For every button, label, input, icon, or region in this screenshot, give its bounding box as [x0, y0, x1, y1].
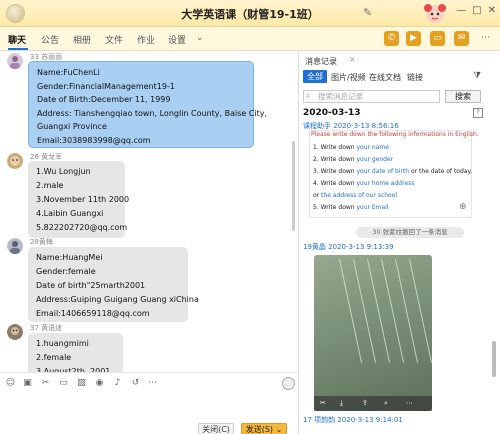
more-tools-icon[interactable]: ⋯: [147, 378, 158, 389]
history-entry-user[interactable]: 17 项韵韵 2020-3-13 9:14:01: [303, 415, 403, 425]
assignment-item: 4. Write down your home address: [313, 180, 415, 187]
message-line: Name:HuangMei: [36, 253, 103, 262]
tab-homework[interactable]: 作业: [137, 33, 155, 46]
image-icon[interactable]: ▨: [76, 378, 87, 389]
mic-icon[interactable]: ◉: [94, 378, 105, 389]
screen-share-icon[interactable]: ▭: [430, 31, 445, 46]
chat-scrollbar[interactable]: [292, 141, 295, 231]
reply-icon[interactable]: ↺: [130, 378, 141, 389]
assignment-item: 5. Write down your Email: [313, 204, 389, 211]
avatar[interactable]: [7, 238, 23, 254]
history-date: 2020-03-13: [303, 108, 361, 118]
title-bar: 大学英语课（财管19-1班） ✎ — □ ✕: [0, 0, 500, 27]
message-bubble[interactable]: Name:HuangMei Gender:female Date of birt…: [28, 247, 199, 322]
group-chat-icon[interactable]: ✉: [454, 31, 469, 46]
history-scrollbar[interactable]: [492, 341, 496, 377]
minimize-button[interactable]: —: [456, 5, 466, 16]
emoji-icon[interactable]: ☺: [5, 378, 16, 389]
composer-divider: [0, 372, 298, 373]
tab-more-chevron-icon[interactable]: ⌄: [196, 33, 204, 43]
message-bubble[interactable]: 1.huangmimi 2.female 3.August2th, 2001: [28, 333, 123, 373]
tab-bar: 聊天 公告 相册 文件 作业 设置 ⌄ ✆ ▶ ▭ ✉ ⋯: [0, 27, 500, 51]
chat-area[interactable]: 33 苏丽丽 Name:FuChenLi Gender:FinancialMan…: [0, 51, 296, 373]
active-tab-indicator: [8, 48, 28, 50]
message-line: 2.female: [36, 353, 72, 362]
message-line: 2.male: [36, 181, 64, 190]
assignment-heading: Please write down the following informat…: [311, 131, 479, 138]
send-label: 发送(S): [245, 425, 274, 434]
message-line: Address:Guiping Guigang Guang xiChina: [36, 295, 199, 304]
history-panel: 消息记录 × 全部 图片/视频 在线文档 链接 ⧩ ⌕ 搜索消息记录 搜索 20…: [299, 51, 500, 434]
video-icon[interactable]: ▶: [406, 31, 421, 46]
send-button[interactable]: 发送(S) ⌄: [241, 423, 287, 434]
tab-chat[interactable]: 聊天: [8, 33, 26, 46]
message-line: Gender:FinancialManagement19-1: [37, 81, 175, 91]
history-title: 消息记录: [305, 57, 337, 66]
history-search-input[interactable]: 搜索消息记录: [303, 90, 440, 103]
scissors-icon[interactable]: ✂: [320, 399, 326, 407]
message-line: Address: Tianshengqiao town, Longlin Cou…: [37, 108, 268, 118]
message-line: 1.Wu Longjun: [36, 167, 91, 176]
message-line: Email:1406659118@qq.com: [36, 309, 150, 318]
send-dropdown-chevron-icon[interactable]: ⌄: [276, 425, 283, 434]
history-close-icon[interactable]: ×: [349, 55, 356, 64]
avatar[interactable]: [7, 53, 23, 69]
filter-icon[interactable]: ⧩: [473, 71, 481, 81]
message-line: Guangxi Province: [37, 122, 107, 131]
folder-icon[interactable]: ▭: [58, 378, 69, 389]
assignment-item: 3. Write down your date of birth or the …: [313, 168, 473, 175]
mascot-icon: [424, 4, 446, 23]
history-tab-media[interactable]: 图片/视频: [331, 72, 366, 83]
bell-icon[interactable]: ♪: [112, 378, 123, 389]
more-icon[interactable]: ⋯: [478, 31, 493, 46]
message-line: 3.November 11th 2000: [36, 195, 130, 204]
message-line: Gender:female: [36, 267, 96, 276]
maximize-button[interactable]: □: [472, 5, 481, 16]
photo-toolbar: ✂ ⤓ ⇪ ⌕ ⋯: [314, 396, 432, 411]
message-line: Date of Birth:December 11, 1999: [37, 95, 171, 104]
download-icon[interactable]: ⤓: [340, 399, 343, 408]
tab-files[interactable]: 文件: [105, 33, 123, 46]
forward-icon[interactable]: ⇪: [362, 399, 368, 407]
assignment-item: 2. Write down your gender: [313, 156, 394, 163]
message-bubble[interactable]: Name:FuChenLi Gender:FinancialManagement…: [28, 61, 268, 148]
tab-announcement[interactable]: 公告: [41, 33, 59, 46]
message-line: 4.Laibin Guangxi: [36, 209, 104, 218]
message-sender: 28黄梅: [30, 238, 53, 246]
history-clock-icon[interactable]: [282, 377, 295, 390]
message-sender: 37 黄语迷: [30, 324, 63, 332]
message-line: Email:3038983998@qq.com: [37, 135, 151, 145]
message-line: 5.822202720@qq.com: [36, 223, 128, 232]
history-search-button[interactable]: 搜索: [445, 90, 481, 103]
message-bubble[interactable]: 1.Wu Longjun 2.male 3.November 11th 2000…: [28, 161, 130, 238]
close-button[interactable]: 关闭(C): [198, 423, 234, 434]
window-controls: — □ ✕: [456, 5, 496, 16]
history-entry-user[interactable]: 19黄晶 2020-3-13 9:13:39: [303, 242, 394, 252]
zoom-icon[interactable]: ⊕: [459, 202, 467, 212]
tab-album[interactable]: 相册: [73, 33, 91, 46]
close-window-button[interactable]: ✕: [488, 5, 496, 16]
calendar-icon[interactable]: ?: [473, 108, 483, 118]
message-line: Name:FuChenLi: [37, 68, 100, 77]
phone-icon[interactable]: ✆: [384, 31, 399, 46]
history-tab-docs[interactable]: 在线文档: [369, 72, 401, 83]
assignment-item: 1. Write down your name: [313, 144, 389, 151]
avatar[interactable]: [7, 324, 23, 340]
avatar[interactable]: [7, 153, 23, 169]
scissors-icon[interactable]: ✂: [40, 378, 51, 389]
search-image-icon[interactable]: ⌕: [384, 399, 388, 408]
photo-more-icon[interactable]: ⋯: [406, 399, 413, 407]
edit-icon[interactable]: ✎: [363, 6, 375, 19]
message-line: Date of birth"25marth2001: [36, 281, 146, 290]
homework-photo[interactable]: [314, 255, 432, 411]
assignment-item: or the address of our school: [313, 192, 398, 199]
message-line: 1.huangmimi: [36, 339, 89, 348]
recall-notice: 30 张紫纹撤回了一条消息: [356, 227, 464, 238]
tab-settings[interactable]: 设置: [168, 33, 186, 46]
history-tab-all[interactable]: 全部: [303, 70, 327, 83]
history-tab-links[interactable]: 链接: [407, 72, 423, 83]
gif-icon[interactable]: ▣: [22, 378, 33, 389]
